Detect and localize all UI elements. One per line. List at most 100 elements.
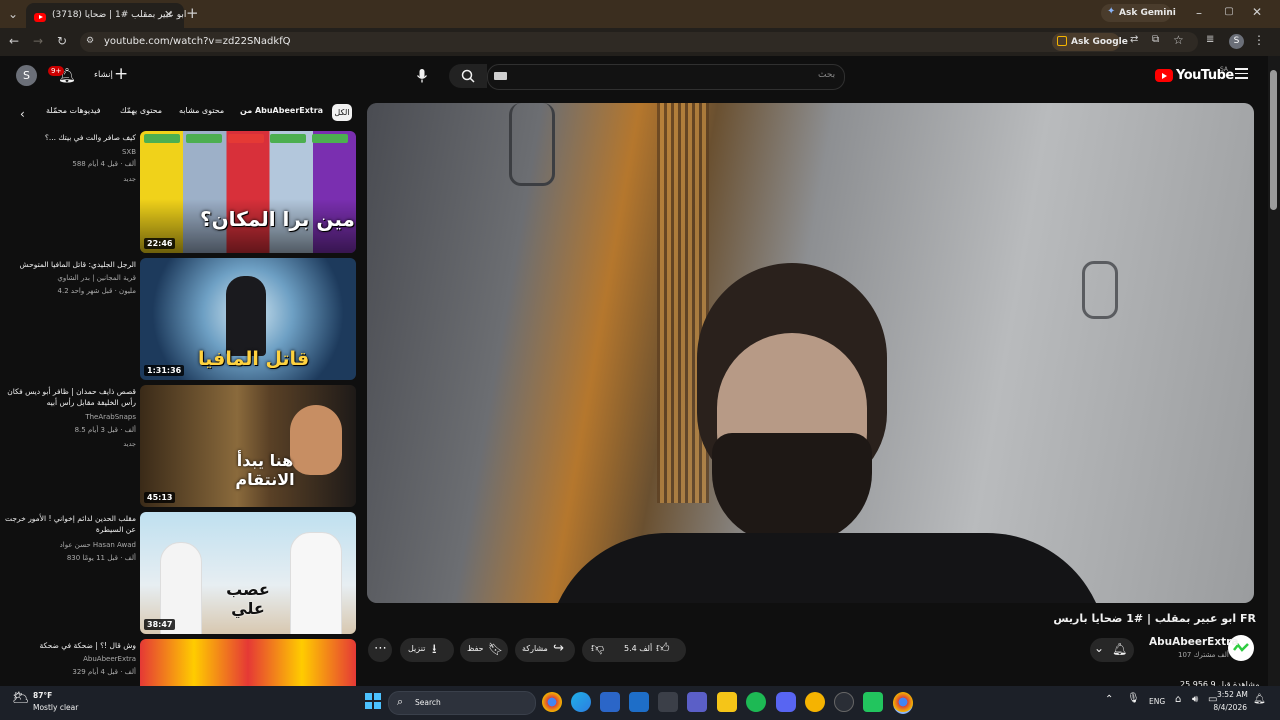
- account-avatar[interactable]: S: [16, 65, 37, 86]
- thumbnail-caption: هنا يبدأ الانتقام: [235, 451, 295, 489]
- outlook-icon[interactable]: [629, 692, 649, 712]
- video-title: ابو عبير بمقلب | #1 ضحايا باريس FR: [1053, 612, 1256, 625]
- chip-from-channel[interactable]: من AbuAbeerExtra: [240, 106, 323, 120]
- share-button[interactable]: مشاركة ↪: [515, 638, 575, 662]
- channel-name[interactable]: AbuAbeerExtra: [1149, 636, 1238, 648]
- chrome-icon[interactable]: [542, 692, 562, 712]
- recommendation-title[interactable]: مقلب الحدين لدائم إخواني ! الأمور خرجت ع…: [4, 513, 136, 535]
- recommendation-channel[interactable]: TheArabSnaps: [4, 413, 136, 421]
- app-icon[interactable]: [863, 692, 883, 712]
- like-button[interactable]: 5.4 ألف 👍︎: [620, 638, 686, 662]
- tab-search-chevron-icon[interactable]: ⌄: [6, 7, 20, 21]
- url-text: youtube.com/watch?v=zd22SNadkfQ: [104, 36, 291, 47]
- windows-start-icon[interactable]: [365, 693, 381, 709]
- taskbar-search-box[interactable]: ⌕ Search: [388, 691, 536, 715]
- more-actions-button[interactable]: ⋯: [368, 638, 392, 662]
- chip-downloaded[interactable]: فيديوهات محمّلة: [46, 106, 101, 120]
- app-icon[interactable]: [805, 692, 825, 712]
- chip-all[interactable]: الكل: [332, 104, 352, 121]
- search-input[interactable]: [487, 64, 845, 90]
- subscribed-button[interactable]: ⌄ 🔔︎: [1090, 638, 1134, 662]
- minimize-button[interactable]: –: [1193, 6, 1205, 20]
- install-app-icon[interactable]: ⧉: [1152, 34, 1159, 45]
- weather-icon[interactable]: 🌥︎: [12, 690, 30, 706]
- chip-for-you[interactable]: محتوى يهمّك: [120, 106, 162, 120]
- region-code: SA: [1220, 66, 1229, 73]
- voice-search-button[interactable]: [411, 64, 433, 88]
- back-arrow-icon[interactable]: ←: [9, 34, 19, 48]
- microphone-icon: [416, 69, 428, 83]
- keyboard-icon[interactable]: [494, 72, 507, 80]
- gemini-sparkle-icon: ✦: [1107, 6, 1116, 17]
- taskbar-search-label: Search: [415, 698, 441, 707]
- forward-arrow-icon[interactable]: →: [33, 34, 43, 48]
- create-button[interactable]: إنشاء +: [92, 64, 132, 87]
- recommendation-title[interactable]: كيف صافر والت في بيتك ...؟: [4, 132, 136, 143]
- reload-icon[interactable]: ↻: [57, 34, 67, 48]
- site-info-icon[interactable]: ⚙: [86, 36, 94, 46]
- recommendation-title[interactable]: قصص ذايف حمدان | ظافر أبو ديس فكان رأس ا…: [4, 386, 136, 408]
- tray-chevron-icon[interactable]: ⌃: [1105, 694, 1113, 705]
- browser-tab-youtube[interactable]: (3718) ابو عبير بمقلب #1 | ضحايا ✕: [26, 3, 186, 28]
- chip-related[interactable]: محتوى مشابه: [179, 106, 224, 120]
- download-button[interactable]: تنزيل ⭳: [400, 638, 454, 662]
- file-explorer-icon[interactable]: [717, 692, 737, 712]
- ask-gemini-button[interactable]: ✦ Ask Gemini: [1101, 4, 1176, 22]
- clock-time[interactable]: 3:52 AM: [1217, 690, 1248, 699]
- chips-prev-chevron-icon[interactable]: ‹: [20, 107, 25, 121]
- recommendation-channel[interactable]: حسن عواد Hasan Awad: [4, 541, 136, 549]
- bookmark-star-icon[interactable]: ☆: [1173, 33, 1184, 47]
- search-button[interactable]: [449, 64, 487, 88]
- recommendation-channel[interactable]: قرية المجانين | بدر الشاوي: [4, 274, 136, 282]
- tab-close-icon[interactable]: ✕: [164, 8, 173, 21]
- extensions-icon[interactable]: ≣: [1206, 34, 1214, 45]
- language-indicator[interactable]: ENG: [1149, 697, 1165, 706]
- recommendation-thumbnail[interactable]: عصب علي 38:47: [140, 512, 356, 634]
- spotify-icon[interactable]: [746, 692, 766, 712]
- like-count: 5.4 ألف: [624, 644, 653, 653]
- recommendation-meta: 588 ألف · قبل 4 أيام: [72, 160, 136, 168]
- recommendation-channel[interactable]: AbuAbeerExtra: [4, 655, 136, 663]
- save-label: حفظ: [467, 644, 484, 653]
- youtube-logo-icon[interactable]: [1155, 69, 1173, 82]
- app-icon[interactable]: [658, 692, 678, 712]
- guide-menu-icon[interactable]: [1235, 68, 1248, 79]
- dislike-button[interactable]: 👎︎: [588, 638, 614, 662]
- new-badge: جديد: [123, 440, 136, 448]
- translate-icon[interactable]: ⇄: [1130, 34, 1138, 45]
- scrollbar-thumb[interactable]: [1270, 70, 1277, 210]
- video-player[interactable]: [367, 103, 1254, 603]
- maximize-button[interactable]: ▢: [1223, 6, 1235, 17]
- recommendation-title[interactable]: الرجل الجليدي: قاتل المافيا المتوحش: [4, 259, 136, 270]
- search-placeholder: بحث: [818, 70, 836, 80]
- clock-date[interactable]: 8/4/2026: [1208, 703, 1247, 712]
- weather-temp[interactable]: 87°F: [33, 691, 52, 700]
- recommendation-channel[interactable]: SXB: [4, 148, 136, 156]
- recommendation-thumbnail[interactable]: مين برا المكان؟ 22:46: [140, 131, 356, 253]
- chrome-running-icon[interactable]: [893, 692, 913, 714]
- browser-profile-avatar[interactable]: S: [1229, 34, 1244, 49]
- app-icon[interactable]: [834, 692, 854, 712]
- new-tab-button[interactable]: +: [186, 4, 199, 22]
- notification-bell-icon[interactable]: 🔔︎: [1253, 694, 1266, 705]
- create-label: إنشاء: [94, 70, 113, 80]
- save-button[interactable]: حفظ 🔖︎: [460, 638, 508, 662]
- new-badge: جديد: [123, 175, 136, 183]
- edge-icon[interactable]: [571, 692, 591, 712]
- volume-icon[interactable]: 🔊︎: [1192, 694, 1198, 705]
- video-duration: 1:31:36: [144, 365, 185, 376]
- recommendation-thumbnail[interactable]: هنا يبدأ الانتقام 45:13: [140, 385, 356, 507]
- thumbnail-tags: [140, 131, 356, 145]
- recommendation-thumbnail[interactable]: [140, 639, 356, 686]
- recommendation-title[interactable]: وش قال !؟ | ضحكة في ضحكة: [4, 640, 137, 651]
- weather-description[interactable]: Mostly clear: [33, 703, 78, 712]
- browser-menu-icon[interactable]: ⋮: [1253, 33, 1265, 47]
- mic-tray-icon[interactable]: 🎙︎: [1127, 693, 1140, 704]
- network-icon[interactable]: ⌂: [1175, 694, 1181, 705]
- close-window-button[interactable]: ✕: [1251, 5, 1263, 19]
- discord-icon[interactable]: [776, 692, 796, 712]
- ask-google-button[interactable]: Ask Google: [1052, 33, 1128, 51]
- store-icon[interactable]: [600, 692, 620, 712]
- recommendation-thumbnail[interactable]: قاتل المافيا 1:31:36: [140, 258, 356, 380]
- teams-icon[interactable]: [687, 692, 707, 712]
